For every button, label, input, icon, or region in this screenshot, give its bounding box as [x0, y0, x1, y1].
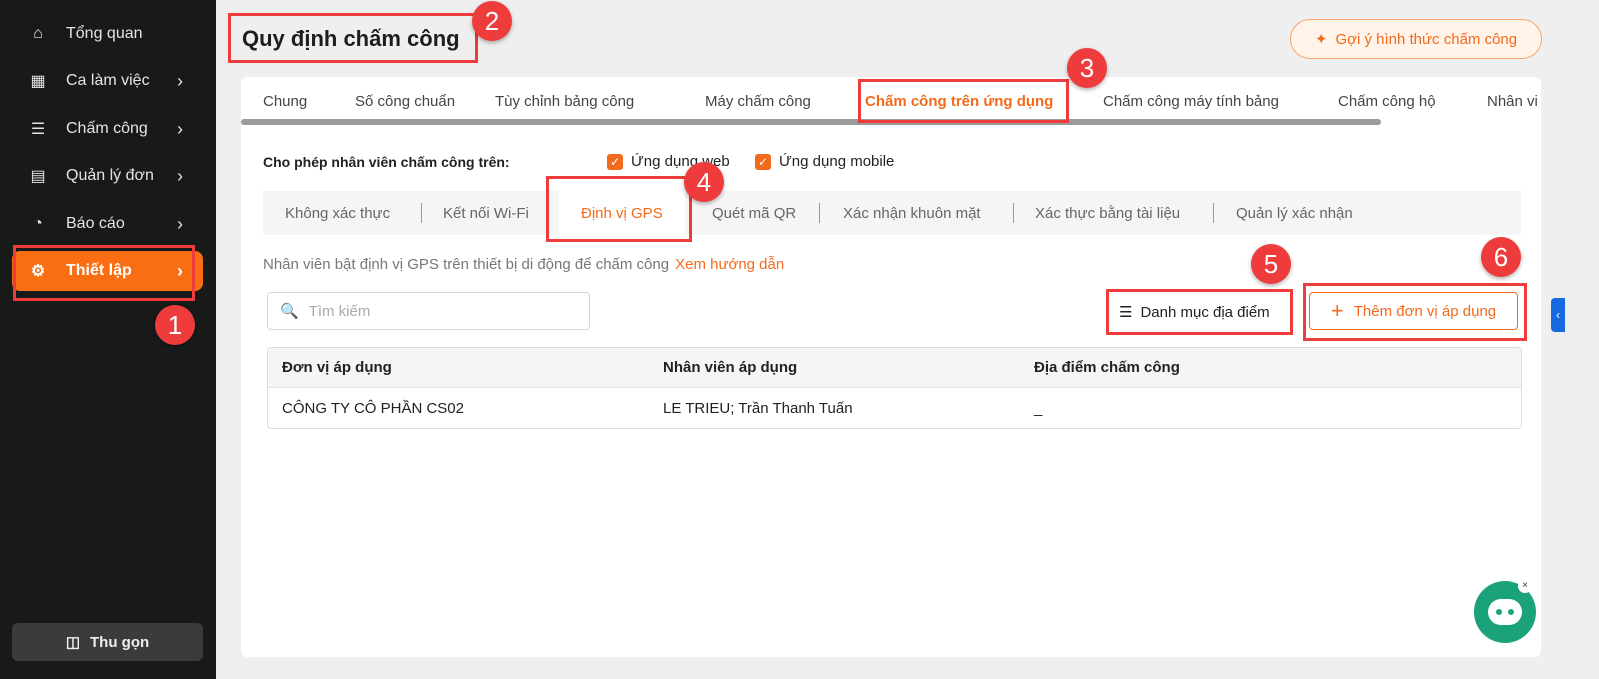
- sidebar-item-shifts[interactable]: ▦ Ca làm việc ›: [12, 61, 203, 101]
- units-table: Đơn vị áp dụng Nhân viên áp dụng Địa điể…: [267, 347, 1522, 429]
- document-icon: ▤: [30, 168, 46, 185]
- subtab-document[interactable]: Xác thực bằng tài liệu: [1035, 205, 1180, 222]
- highlight-box: [1303, 283, 1527, 341]
- panel-toggle-button[interactable]: ‹: [1551, 298, 1565, 332]
- sidebar-item-reports[interactable]: ◔ Báo cáo ›: [12, 204, 203, 244]
- chatbot-button[interactable]: ×: [1474, 579, 1536, 643]
- sidebar-item-label: Tổng quan: [66, 25, 143, 42]
- divider: [421, 203, 422, 223]
- search-input[interactable]: 🔍 Tìm kiếm: [267, 292, 590, 330]
- sidebar-item-requests[interactable]: ▤ Quản lý đơn ›: [12, 156, 203, 196]
- chevron-right-icon: ›: [177, 70, 183, 91]
- sparkle-icon: ✦: [1314, 31, 1328, 48]
- step-badge: 6: [1481, 237, 1521, 277]
- subtab-no-verify[interactable]: Không xác thực: [285, 205, 390, 222]
- search-icon: 🔍: [280, 303, 299, 320]
- calendar-icon: ▦: [30, 73, 46, 90]
- subtab-qr[interactable]: Quét mã QR: [712, 205, 796, 222]
- pie-chart-icon: ◔: [33, 215, 43, 232]
- column-header: Đơn vị áp dụng: [282, 359, 392, 376]
- column-header: Nhân viên áp dụng: [663, 359, 798, 376]
- verification-tabs: Không xác thực Kết nối Wi-Fi Định vị GPS…: [263, 191, 1521, 235]
- highlight-box: [13, 245, 195, 301]
- tab-scrollbar[interactable]: [241, 119, 1381, 125]
- column-header: Địa điểm chấm công: [1034, 359, 1180, 376]
- tab-standard-days[interactable]: Số công chuẩn: [355, 93, 455, 110]
- home-icon: ⌂: [33, 25, 43, 42]
- subtab-face[interactable]: Xác nhận khuôn mặt: [843, 205, 981, 222]
- divider: [819, 203, 820, 223]
- highlight-box: [546, 176, 692, 242]
- check-icon: ✓: [607, 153, 623, 170]
- checkbox-label: Ứng dụng mobile: [779, 153, 895, 170]
- allow-label: Cho phép nhân viên chấm công trên:: [263, 154, 510, 170]
- search-placeholder: Tìm kiếm: [308, 302, 371, 320]
- highlight-box: [228, 13, 478, 63]
- chevron-right-icon: ›: [177, 118, 183, 139]
- highlight-box: [858, 79, 1069, 123]
- sidebar-item-overview[interactable]: ⌂ Tổng quan: [12, 14, 203, 54]
- subtab-wifi[interactable]: Kết nối Wi-Fi: [443, 205, 529, 222]
- suggest-button[interactable]: ✦ Gợi ý hình thức chấm công: [1290, 19, 1542, 59]
- suggest-label: Gợi ý hình thức chấm công: [1335, 30, 1518, 48]
- guide-link[interactable]: Xem hướng dẫn: [675, 256, 784, 273]
- close-icon[interactable]: ×: [1518, 579, 1532, 593]
- step-badge: 4: [684, 162, 724, 202]
- step-badge: 2: [472, 1, 512, 41]
- unit-cell: CÔNG TY CÔ PHẦN CS02: [282, 399, 464, 417]
- checklist-icon: ☰: [30, 121, 46, 138]
- collapse-icon: ◫: [65, 634, 81, 651]
- employees-cell: LE TRIEU; Trần Thanh Tuấn: [663, 399, 853, 417]
- step-badge: 3: [1067, 48, 1107, 88]
- sidebar-item-label: Chấm công: [66, 120, 148, 137]
- step-badge: 5: [1251, 244, 1291, 284]
- sidebar-item-label: Báo cáo: [66, 215, 125, 232]
- sidebar-item-label: Quản lý đơn: [66, 167, 154, 184]
- table-header: Đơn vị áp dụng Nhân viên áp dụng Địa điể…: [268, 348, 1521, 388]
- tab-general[interactable]: Chung: [263, 93, 307, 110]
- check-icon: ✓: [755, 153, 771, 170]
- collapse-label: Thu gọn: [90, 633, 150, 651]
- collapse-button[interactable]: ◫ Thu gọn: [12, 623, 203, 661]
- tab-custom-timesheet[interactable]: Tùy chỉnh bảng công: [495, 93, 634, 110]
- location-cell: _: [1034, 399, 1043, 417]
- gps-description: Nhân viên bật định vị GPS trên thiết bị …: [263, 256, 784, 273]
- mobile-app-checkbox[interactable]: ✓ Ứng dụng mobile: [755, 153, 894, 170]
- content-card: Chung Số công chuẩn Tùy chỉnh bảng công …: [241, 77, 1541, 657]
- chevron-right-icon: ›: [177, 165, 183, 186]
- tab-tablet-attendance[interactable]: Chấm công máy tính bảng: [1103, 93, 1279, 110]
- divider: [1213, 203, 1214, 223]
- chevron-right-icon: ›: [177, 213, 183, 234]
- subtab-confirm-manage[interactable]: Quản lý xác nhận: [1236, 205, 1353, 222]
- tab-employee[interactable]: Nhân vi: [1487, 93, 1538, 110]
- sidebar-item-attendance[interactable]: ☰ Chấm công ›: [12, 109, 203, 149]
- sidebar-item-label: Ca làm việc: [66, 72, 150, 89]
- highlight-box: [1106, 289, 1293, 335]
- step-badge: 1: [155, 305, 195, 345]
- table-row[interactable]: CÔNG TY CÔ PHẦN CS02 LE TRIEU; Trần Than…: [268, 388, 1521, 428]
- tab-time-machine[interactable]: Máy chấm công: [705, 93, 811, 110]
- bot-icon: [1488, 599, 1522, 625]
- divider: [1013, 203, 1014, 223]
- description-text: Nhân viên bật định vị GPS trên thiết bị …: [263, 256, 670, 273]
- tab-proxy-attendance[interactable]: Chấm công hộ: [1338, 93, 1436, 110]
